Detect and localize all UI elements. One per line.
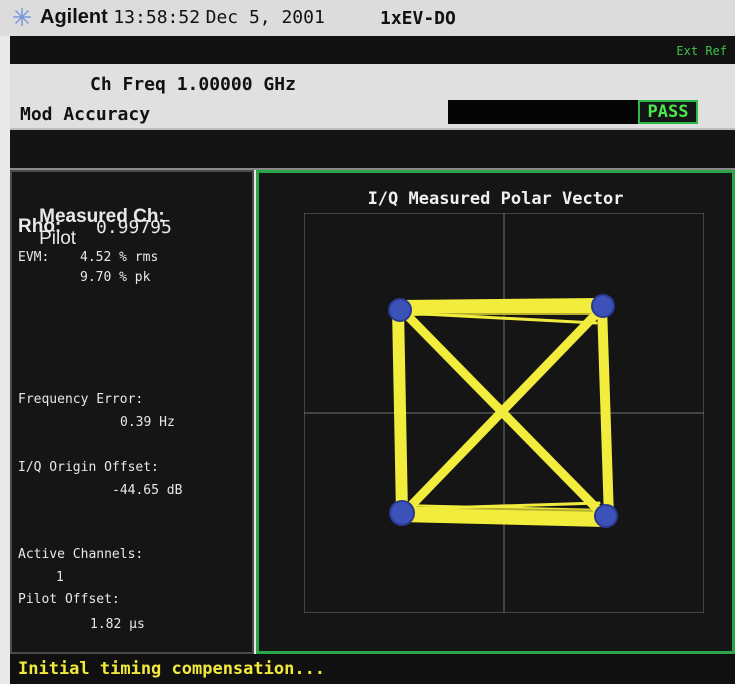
symbol-cluster-top-right — [591, 294, 615, 318]
evm-rms-value: 4.52 % rms — [80, 250, 159, 265]
trajectory-left — [392, 302, 408, 519]
separator-bar — [10, 130, 735, 170]
annunciator-bar: Ext Ref — [10, 36, 735, 64]
pass-indicator: PASS — [638, 100, 698, 124]
status-message: Initial timing compensation... — [18, 659, 326, 679]
measurement-name: Mod Accuracy — [20, 104, 151, 125]
status-bar: Initial timing compensation... — [10, 654, 735, 684]
symbol-cluster-top-left — [388, 298, 412, 322]
iq-origin-offset-label: I/Q Origin Offset: — [18, 460, 159, 475]
rho-label: Rho: — [18, 216, 62, 237]
symbol-cluster-bottom-right — [594, 504, 618, 528]
brand-datetime: Agilent 13:58:52 Dec 5, 2001 — [40, 6, 325, 29]
frequency-error-value: 0.39 Hz — [120, 415, 175, 430]
evm-peak-value: 9.70 % pk — [80, 270, 151, 285]
active-channels-label: Active Channels: — [18, 547, 144, 562]
message-field — [448, 100, 638, 124]
results-panel: Measured Ch: Pilot Rho: 0.99795 EVM: 4.5… — [10, 170, 254, 654]
rho-value: 0.99795 — [96, 217, 172, 238]
brand-name: Agilent — [40, 6, 108, 28]
trajectory-right — [597, 301, 614, 523]
evm-label: EVM: — [18, 250, 50, 265]
frequency-error-label: Frequency Error: — [18, 392, 144, 407]
active-channels-value: 1 — [56, 570, 64, 585]
pilot-offset-label: Pilot Offset: — [18, 592, 120, 607]
pilot-offset-value: 1.82 µs — [90, 617, 145, 632]
symbol-cluster-bottom-left — [389, 500, 415, 526]
trajectory-top — [392, 298, 609, 316]
ext-ref-indicator: Ext Ref — [676, 44, 727, 58]
iq-origin-offset-value: -44.65 dB — [112, 483, 183, 498]
polar-vector-plot — [304, 213, 704, 613]
clock-date: Dec 5, 2001 — [205, 7, 325, 28]
clock-time: 13:58:52 — [113, 7, 201, 28]
title-bar: Agilent 13:58:52 Dec 5, 2001 1xEV-DO — [0, 0, 735, 36]
channel-frequency: Ch Freq 1.00000 GHz — [90, 74, 296, 95]
polar-vector-panel: I/Q Measured Polar Vector — [256, 170, 735, 654]
measurement-header: Ch Freq 1.00000 GHz Mod Accuracy PASS — [10, 64, 735, 130]
agilent-logo-icon — [13, 8, 31, 26]
radio-mode: 1xEV-DO — [380, 8, 456, 29]
graph-title: I/Q Measured Polar Vector — [367, 189, 624, 209]
